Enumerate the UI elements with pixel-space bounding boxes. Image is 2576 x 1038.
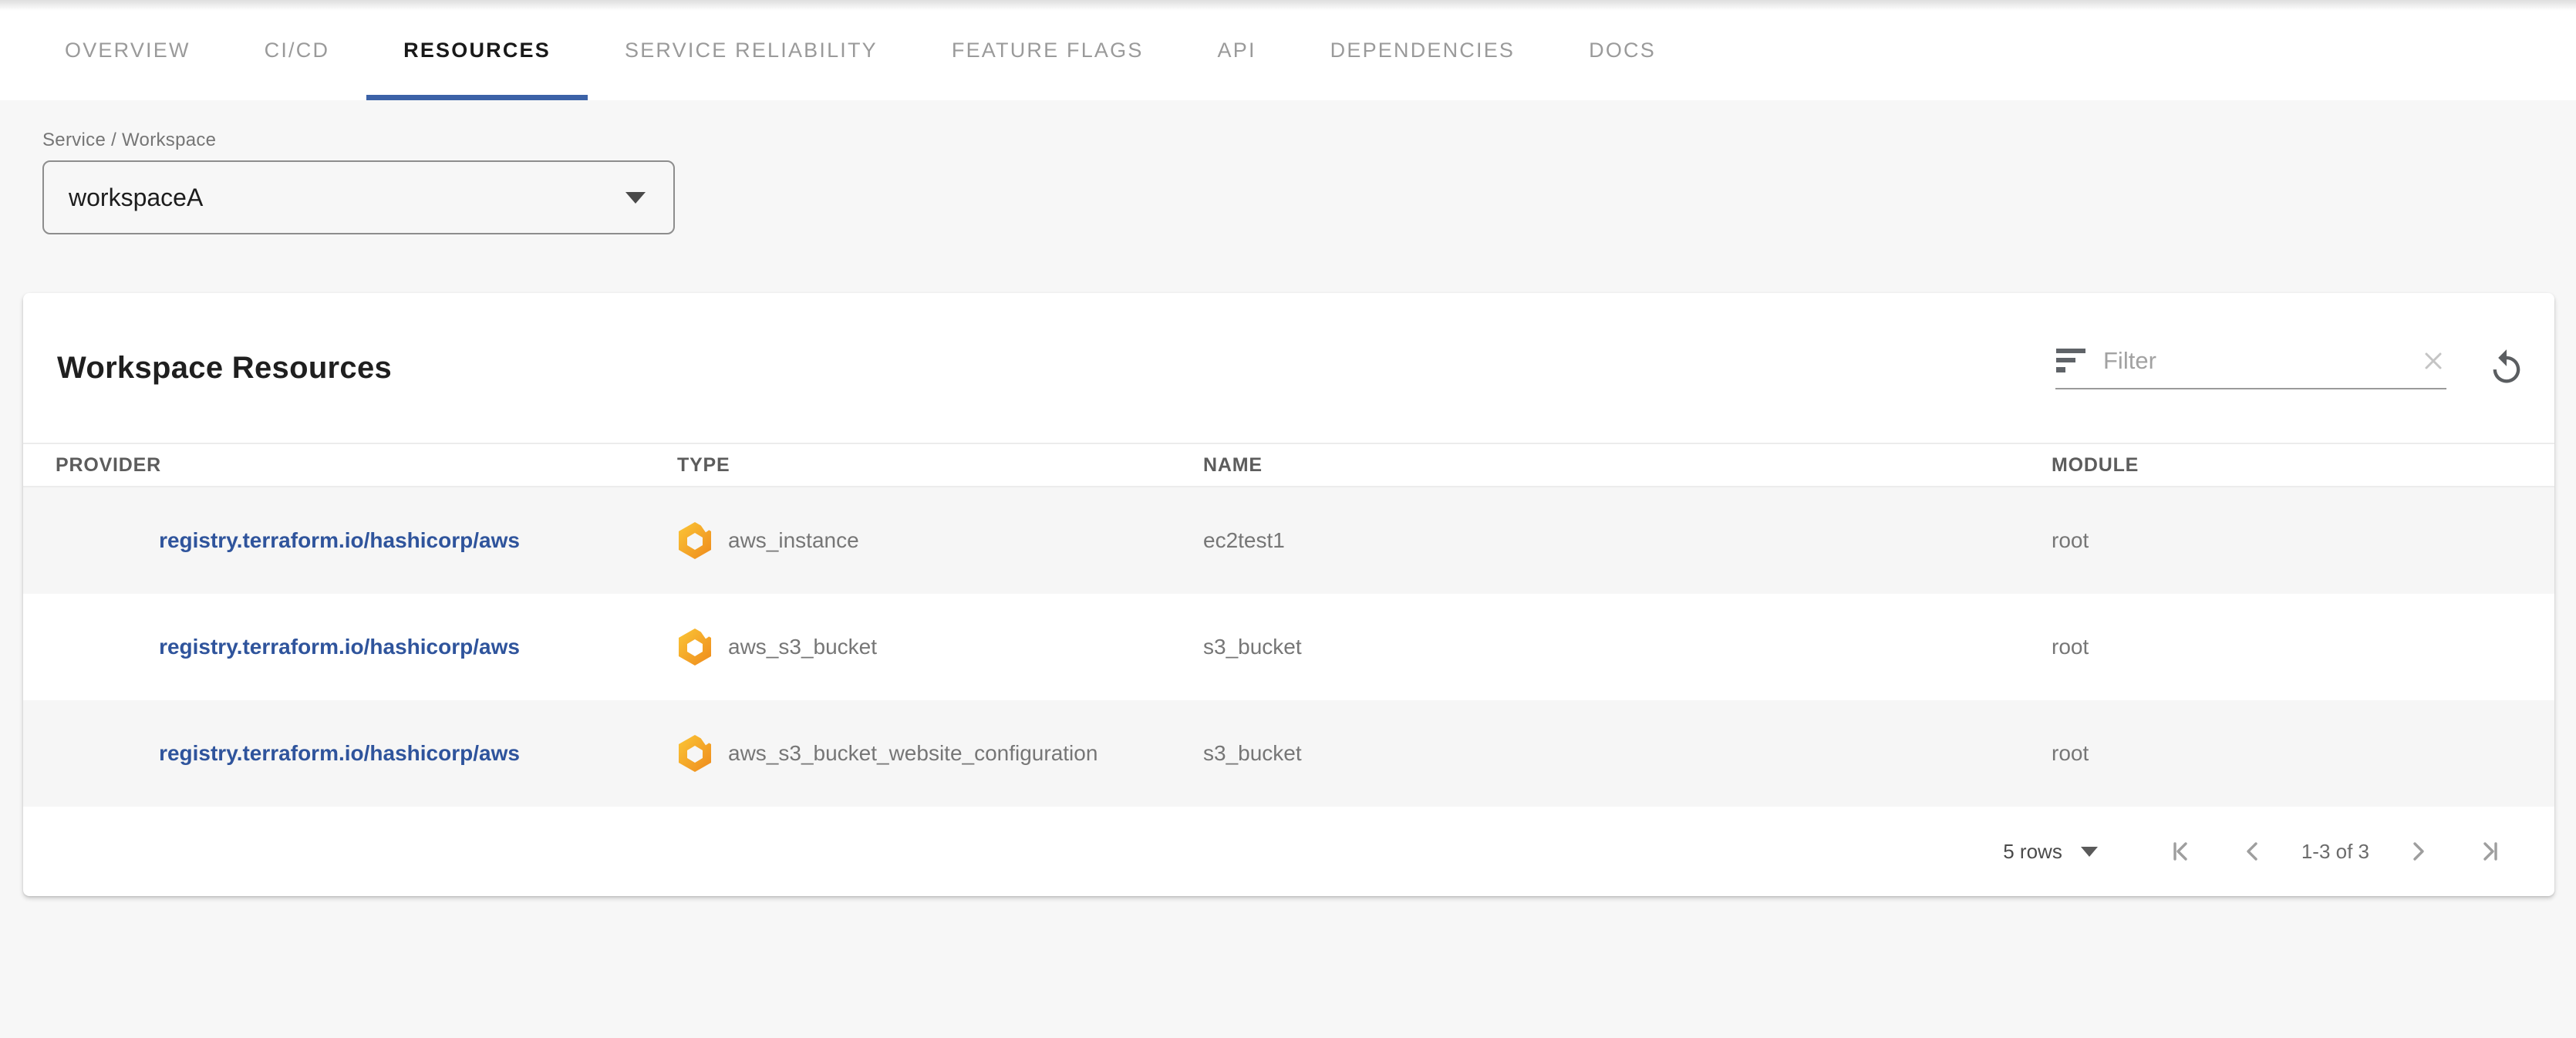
provider-hexagon-icon xyxy=(677,628,713,666)
tab-service-reliability[interactable]: Service Reliability xyxy=(588,0,915,100)
provider-link[interactable]: registry.terraform.io/hashicorp/aws xyxy=(159,635,520,659)
pagination-bar: 5 rows 1-3 of 3 xyxy=(23,807,2554,896)
first-page-icon[interactable] xyxy=(2167,838,2193,864)
tab-api[interactable]: API xyxy=(1181,0,1293,100)
provider-link[interactable]: registry.terraform.io/hashicorp/aws xyxy=(159,741,520,766)
tab-overview[interactable]: Overview xyxy=(28,0,228,100)
chevron-left-icon[interactable] xyxy=(2240,838,2266,864)
resource-name-text: ec2test1 xyxy=(1180,528,2028,553)
tab-cicd[interactable]: CI/CD xyxy=(228,0,367,100)
column-header-type: Type xyxy=(656,454,1180,477)
pagination-range-label: 1-3 of 3 xyxy=(2301,840,2369,864)
provider-link[interactable]: registry.terraform.io/hashicorp/aws xyxy=(159,528,520,553)
table-row: registry.terraform.io/hashicorp/aws aws_… xyxy=(23,594,2554,700)
resource-module-text: root xyxy=(2028,635,2554,659)
table-header-row: Provider Type Name Module xyxy=(23,443,2554,487)
provider-hexagon-icon xyxy=(677,734,713,773)
clear-x-icon[interactable] xyxy=(2420,348,2446,374)
caret-down-icon xyxy=(2081,847,2098,857)
rows-per-page-label: 5 rows xyxy=(2003,840,2062,864)
table-row: registry.terraform.io/hashicorp/aws aws_… xyxy=(23,700,2554,807)
rows-per-page-select[interactable]: 5 rows xyxy=(2003,840,2098,864)
column-header-module: Module xyxy=(2028,454,2554,477)
tab-docs[interactable]: Docs xyxy=(1552,0,1693,100)
workspace-select-value: workspaceA xyxy=(69,184,203,212)
caret-down-icon xyxy=(625,192,646,204)
filter-input[interactable] xyxy=(2102,346,2420,376)
tab-bar: Overview CI/CD Resources Service Reliabi… xyxy=(0,0,2576,100)
chevron-right-icon[interactable] xyxy=(2405,838,2431,864)
resource-type-text: aws_s3_bucket xyxy=(728,635,877,659)
provider-hexagon-icon xyxy=(677,521,713,560)
workspace-select[interactable]: workspaceA xyxy=(42,160,675,234)
workspace-selector-group: Service / Workspace workspaceA xyxy=(42,130,2576,234)
resource-module-text: root xyxy=(2028,528,2554,553)
resource-name-text: s3_bucket xyxy=(1180,741,2028,766)
resource-module-text: root xyxy=(2028,741,2554,766)
card-header: Workspace Resources xyxy=(23,293,2554,443)
resource-type-text: aws_s3_bucket_website_configuration xyxy=(728,741,1097,766)
refresh-icon[interactable] xyxy=(2487,348,2527,388)
resource-name-text: s3_bucket xyxy=(1180,635,2028,659)
last-page-icon[interactable] xyxy=(2477,838,2504,864)
tab-feature-flags[interactable]: Feature Flags xyxy=(915,0,1181,100)
tab-dependencies[interactable]: Dependencies xyxy=(1293,0,1552,100)
tab-resources[interactable]: Resources xyxy=(366,0,588,100)
table-row: registry.terraform.io/hashicorp/aws aws_… xyxy=(23,487,2554,594)
workspace-resources-card: Workspace Resources xyxy=(23,293,2554,896)
resource-type-text: aws_instance xyxy=(728,528,859,553)
column-header-name: Name xyxy=(1180,454,2028,477)
filter-area xyxy=(2055,346,2527,389)
filter-icon xyxy=(2055,348,2086,374)
column-header-provider: Provider xyxy=(23,454,656,477)
filter-field[interactable] xyxy=(2055,346,2446,389)
card-title: Workspace Resources xyxy=(57,351,392,386)
workspace-selector-label: Service / Workspace xyxy=(42,130,2576,151)
